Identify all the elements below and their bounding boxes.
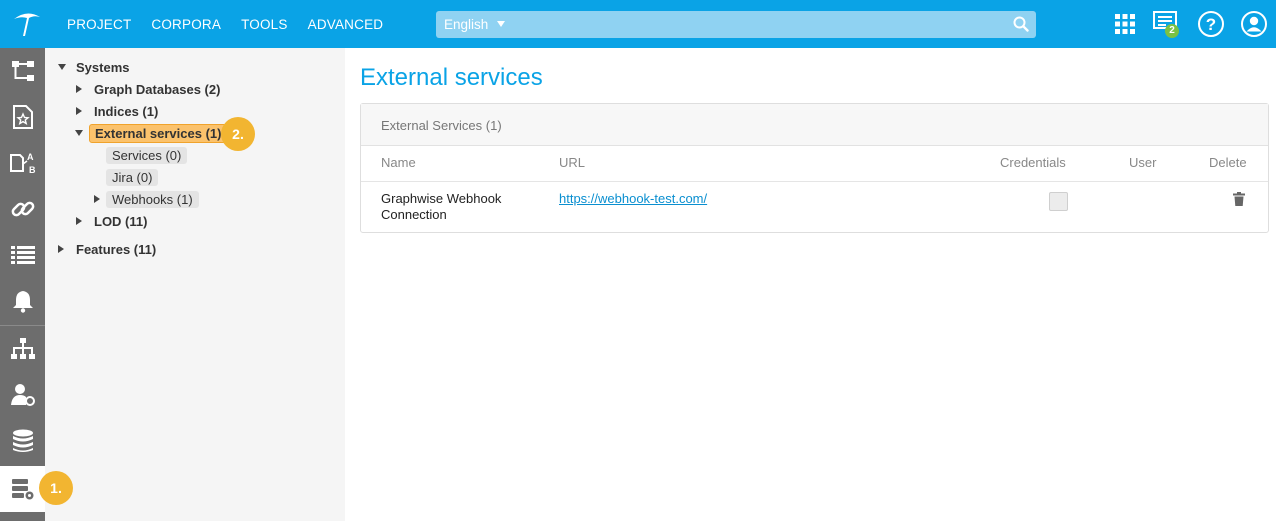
hierarchy-icon: [10, 338, 35, 359]
user-icon[interactable]: [1240, 10, 1268, 38]
tree-label-jira[interactable]: Jira (0): [106, 168, 159, 186]
header-divider: [361, 181, 1268, 182]
rail-item-database[interactable]: [0, 418, 45, 464]
tree-node-webhooks: Webhooks (1): [94, 189, 199, 209]
tree-toggle-graph-databases[interactable]: [76, 85, 82, 93]
rail-item-links[interactable]: [0, 186, 45, 232]
row-name: Graphwise Webhook Connection: [381, 191, 501, 223]
tree-label-systems[interactable]: Systems: [76, 60, 129, 75]
svg-text:?: ?: [1206, 15, 1216, 34]
row-name-line-2: Connection: [381, 207, 447, 222]
help-icon[interactable]: ?: [1197, 10, 1225, 38]
tree-toggle-features[interactable]: [58, 245, 64, 253]
svg-text:B: B: [29, 165, 36, 175]
workflow-icon: [11, 61, 34, 81]
nav-corpora[interactable]: CORPORA: [151, 17, 221, 32]
tree-node-lod: LOD (11): [76, 211, 147, 231]
rail-item-workflow[interactable]: [0, 48, 45, 94]
tree-toggle-external-services[interactable]: [75, 130, 83, 136]
main-nav: PROJECT CORPORA TOOLS ADVANCED: [67, 0, 403, 48]
document-star-icon: [12, 105, 33, 129]
rail-item-translate[interactable]: A B: [0, 140, 45, 186]
tree-node-external-services: External services (1): [75, 123, 228, 143]
list-icon: [10, 246, 35, 264]
row-url-link[interactable]: https://webhook-test.com/: [559, 191, 707, 207]
rail-item-hierarchy[interactable]: [0, 326, 45, 372]
tree-label-graph-databases[interactable]: Graph Databases (2): [94, 82, 220, 97]
user-settings-icon: [10, 384, 35, 406]
tree-label-services[interactable]: Services (0): [106, 146, 188, 164]
page-title: External services: [360, 64, 543, 91]
umbrella-logo[interactable]: [12, 10, 42, 38]
rail-item-list[interactable]: [0, 232, 45, 278]
column-header-name[interactable]: Name: [381, 155, 416, 170]
top-bar: PROJECT CORPORA TOOLS ADVANCED English 2: [0, 0, 1276, 48]
chevron-down-icon[interactable]: [497, 21, 505, 27]
notifications-button[interactable]: 2: [1153, 10, 1181, 38]
nav-advanced[interactable]: ADVANCED: [308, 17, 384, 32]
rail-item-user-settings[interactable]: [0, 372, 45, 418]
credentials-checkbox[interactable]: [1049, 192, 1068, 211]
tree-node-jira: Jira (0): [106, 167, 159, 187]
rail-item-documents[interactable]: [0, 94, 45, 140]
nav-tools[interactable]: TOOLS: [241, 17, 288, 32]
tree-label-external-services[interactable]: External services (1): [89, 123, 228, 143]
card-header: External Services (1): [361, 104, 1268, 146]
column-header-url[interactable]: URL: [559, 155, 585, 170]
search-icon[interactable]: [1013, 16, 1029, 32]
notification-count-badge: 2: [1165, 24, 1179, 38]
tree-node-graph-databases: Graph Databases (2): [76, 79, 220, 99]
step-badge-1: 1.: [39, 471, 73, 505]
tree-label-webhooks[interactable]: Webhooks (1): [106, 190, 199, 208]
column-header-user[interactable]: User: [1129, 155, 1156, 170]
tree-label-features[interactable]: Features (11): [76, 242, 156, 257]
step-badge-2: 2.: [221, 117, 255, 151]
column-header-credentials[interactable]: Credentials: [1000, 155, 1066, 170]
tree-label-lod[interactable]: LOD (11): [94, 214, 147, 229]
external-services-card: External Services (1) Name URL Credentia…: [360, 103, 1269, 233]
bell-icon: [12, 291, 33, 313]
systems-tree: Systems Graph Databases (2) Indices (1) …: [45, 48, 345, 521]
tree-node-services: Services (0): [106, 145, 188, 165]
tree-label-indices[interactable]: Indices (1): [94, 104, 158, 119]
tree-node-indices: Indices (1): [76, 101, 158, 121]
trash-icon[interactable]: [1233, 192, 1245, 206]
language-select[interactable]: English: [444, 17, 488, 32]
rail-item-notifications[interactable]: [0, 278, 45, 324]
column-header-delete: Delete: [1209, 155, 1247, 170]
tree-node-features: Features (11): [58, 239, 156, 259]
link-icon: [11, 201, 34, 217]
nav-project[interactable]: PROJECT: [67, 17, 131, 32]
database-icon: [12, 429, 33, 452]
tree-toggle-webhooks[interactable]: [94, 195, 100, 203]
svg-text:A: A: [27, 152, 34, 162]
grid-apps-icon[interactable]: [1115, 14, 1135, 34]
translate-icon: A B: [9, 152, 36, 175]
search-bar[interactable]: English: [436, 11, 1036, 38]
tree-node-systems: Systems: [58, 57, 129, 77]
icon-rail: A B: [0, 48, 45, 521]
card-title: External Services (1): [381, 118, 502, 133]
tree-toggle-lod[interactable]: [76, 217, 82, 225]
tree-toggle-indices[interactable]: [76, 107, 82, 115]
tree-toggle-systems[interactable]: [58, 64, 66, 70]
row-name-line-1: Graphwise Webhook: [381, 191, 502, 206]
server-settings-icon: [11, 479, 33, 500]
